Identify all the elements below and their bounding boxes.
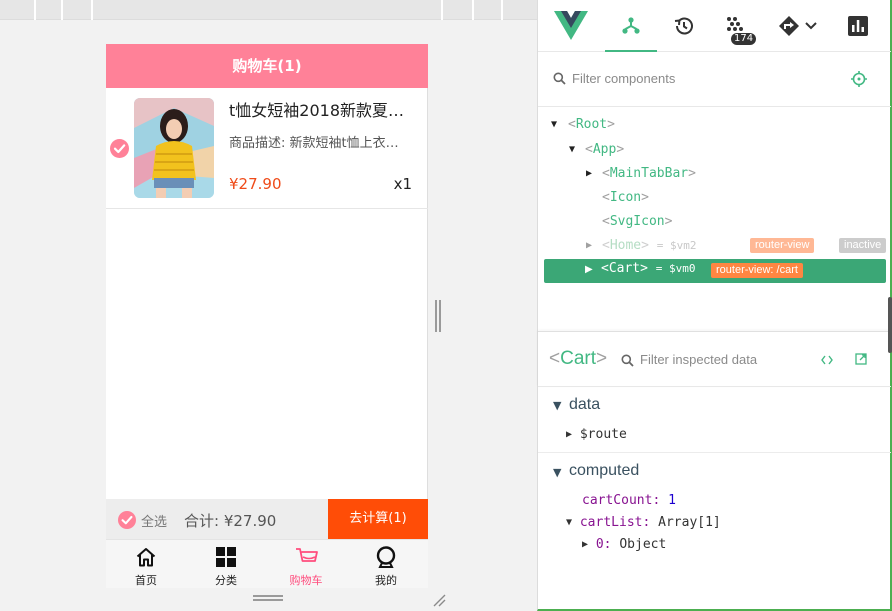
devtools-toolbar: 174: [538, 0, 891, 52]
inspector-header: <Cart>: [538, 331, 891, 387]
computed-section-toggle-icon[interactable]: ▼: [553, 466, 561, 479]
tree-node-svgicon[interactable]: <SvgIcon>: [602, 212, 672, 232]
device-emulator: 购物车(1) t恤女短袖2018新款夏… 商品描述: 新款短袖t恤上衣… ¥27…: [0, 0, 537, 611]
nav-bar: 购物车(1): [106, 44, 428, 88]
product-price: ¥27.90: [229, 175, 282, 193]
select-target-icon[interactable]: [851, 71, 867, 87]
inactive-tag: inactive: [839, 238, 887, 253]
chevron-down-icon: [805, 22, 817, 30]
cart-item[interactable]: t恤女短袖2018新款夏… 商品描述: 新款短袖t恤上衣… ¥27.90 x1: [106, 88, 428, 209]
computed-section-title[interactable]: computed: [569, 462, 639, 480]
performance-tab[interactable]: [838, 0, 878, 52]
tab-cart[interactable]: 购物车: [266, 540, 346, 589]
inspected-component-name: <Cart>: [549, 348, 608, 369]
open-external-icon[interactable]: [855, 353, 867, 365]
checkout-button[interactable]: 去计算(1): [328, 499, 428, 539]
component-filter-bar: [538, 53, 891, 107]
item-check-icon[interactable]: [110, 139, 129, 158]
expanded-arrow-icon[interactable]: ▼: [566, 517, 572, 528]
checkout-bar: 全选 合计: ¥27.90 去计算(1): [106, 499, 428, 539]
data-section-title[interactable]: data: [569, 396, 600, 414]
routing-tab[interactable]: [774, 0, 822, 52]
vue-logo-icon: [552, 0, 590, 52]
tree-node-cart-selected[interactable]: ▶ <Cart> = $vm0 router-view: /cart: [544, 259, 886, 283]
select-all-check-icon[interactable]: [118, 511, 136, 529]
cart-icon: [296, 548, 318, 562]
category-icon: [216, 547, 236, 567]
tab-profile[interactable]: 我的: [346, 540, 426, 589]
components-tree-icon: [622, 17, 640, 34]
resize-handle-right[interactable]: [434, 300, 442, 332]
product-title[interactable]: t恤女短袖2018新款夏…: [229, 97, 419, 121]
tab-category[interactable]: 分类: [186, 540, 266, 589]
component-tree: ▼ <Root> ▼ <App> ▶ <MainTabBar> <Icon> <…: [538, 108, 891, 330]
product-count: x1: [393, 175, 412, 193]
routing-icon: [779, 16, 799, 36]
bar-chart-icon: [848, 16, 868, 36]
select-all-label[interactable]: 全选: [141, 511, 167, 530]
tree-node-home[interactable]: ▶ <Home> = $vm2 router-view inactive: [586, 236, 887, 256]
collapsed-arrow-icon[interactable]: ▶: [586, 164, 592, 184]
router-view-cart-tag: router-view: /cart: [711, 263, 803, 278]
data-section-toggle-icon[interactable]: ▼: [553, 399, 561, 412]
collapsed-arrow-icon[interactable]: ▶: [566, 429, 572, 440]
expanded-arrow-icon[interactable]: ▼: [569, 140, 575, 160]
tab-home[interactable]: 首页: [106, 540, 186, 589]
events-count-badge: 174: [731, 33, 757, 45]
nav-title: 购物车(1): [232, 57, 302, 75]
tab-category-label: 分类: [215, 574, 237, 587]
code-icon[interactable]: [821, 355, 833, 365]
search-icon: [621, 354, 634, 367]
top-ruler: [0, 0, 537, 20]
history-icon: [674, 17, 693, 35]
filter-inspected-data-input[interactable]: [640, 352, 790, 367]
history-tab[interactable]: [662, 0, 706, 52]
tab-cart-label: 购物车: [289, 574, 323, 587]
home-icon: [136, 548, 156, 567]
profile-icon: [376, 546, 396, 568]
tab-profile-label: 我的: [375, 574, 397, 587]
tab-home-label: 首页: [135, 574, 157, 587]
collapsed-arrow-icon[interactable]: ▶: [586, 236, 592, 256]
product-description: 商品描述: 新款短袖t恤上衣…: [229, 136, 399, 151]
product-image[interactable]: [134, 98, 214, 198]
search-icon: [553, 72, 566, 85]
resize-handle-bottom[interactable]: [253, 594, 283, 602]
filter-components-input[interactable]: [572, 71, 842, 86]
phone-screen: 购物车(1) t恤女短袖2018新款夏… 商品描述: 新款短袖t恤上衣… ¥27…: [106, 44, 428, 588]
cart-list-item-0[interactable]: ▶ 0: Object: [582, 537, 666, 552]
tree-node-icon[interactable]: <Icon>: [602, 188, 649, 208]
route-property[interactable]: ▶ $route: [566, 427, 627, 442]
resize-corner-icon[interactable]: [432, 592, 446, 607]
tab-bar: 首页 分类 购物车 我的: [106, 539, 428, 588]
events-icon: [727, 17, 743, 31]
router-view-tag: router-view: [750, 238, 815, 253]
cart-count-property[interactable]: cartCount: 1: [582, 493, 676, 508]
collapsed-arrow-icon[interactable]: ▶: [582, 539, 588, 550]
vue-devtools-panel: 174 ▼ <Root> ▼ <App> ▶: [537, 0, 892, 611]
components-tab[interactable]: [605, 0, 657, 52]
panel-splitter[interactable]: [888, 297, 892, 353]
cart-list-property[interactable]: ▼ cartList: Array[1]: [566, 515, 721, 530]
expanded-arrow-icon[interactable]: ▼: [551, 115, 557, 135]
total-price: 合计: ¥27.90: [184, 512, 277, 530]
collapsed-arrow-icon[interactable]: ▶: [585, 264, 593, 275]
